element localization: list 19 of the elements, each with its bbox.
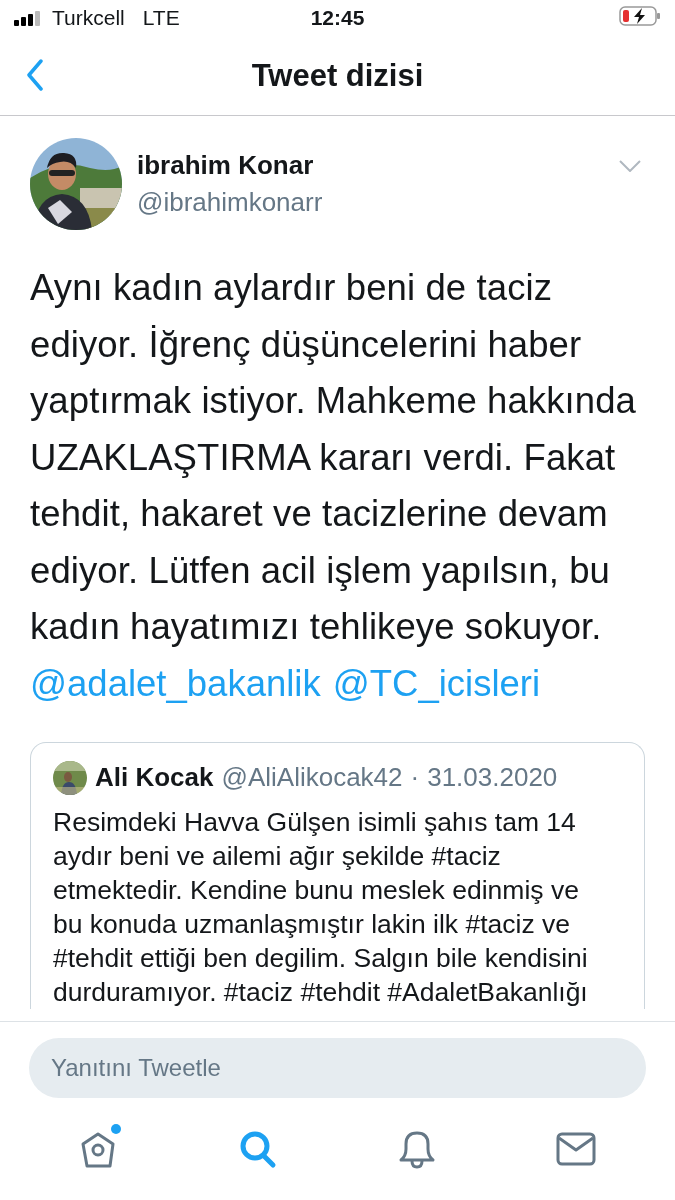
carrier-name: Turkcell	[52, 6, 125, 30]
quoted-author-name: Ali Kocak	[95, 762, 214, 793]
clock: 12:45	[310, 6, 365, 30]
quoted-tweet-text: Resimdeki Havva Gülşen isimli şahıs tam 14 aydır beni ve ailemi ağır şekilde #taciz etmektedir. Kendine bunu meslek edinmiş ve bu konuda uzmanlaşmıştır lakin ilk #taciz ve #tehdit ettiği ben degilim. Salgın bile kendisini durduramıyor. #taciz #tehdit #AdaletBakanlığı	[53, 805, 589, 1009]
reply-field[interactable]: Yanıtını Tweetle	[29, 1038, 646, 1098]
separator-dot: ·	[410, 762, 420, 793]
back-icon[interactable]	[26, 59, 44, 91]
mention-link[interactable]: @TC_icisleri	[332, 655, 541, 712]
mention-link[interactable]: @adalet_bakanlik	[30, 655, 321, 712]
quoted-date: 31.03.2020	[427, 762, 558, 793]
network-type: LTE	[142, 6, 180, 30]
author-handle: @ibrahimkonarr	[137, 187, 324, 218]
battery-icon	[619, 5, 661, 26]
author-name: ibrahim Konar	[137, 150, 315, 181]
screen-title: Tweet dizisi	[251, 57, 424, 94]
envelope-icon	[555, 1132, 596, 1166]
quoted-author-handle: @AliAlikocak42	[221, 762, 403, 793]
tweet-text: Aynı kadın aylardır beni de taciz ediyor. İğrenç düşüncelerini haber yaptırmak istiyor. Mahkeme hakkında UZAKLAŞTIRMA kararı verdi. Fakat tehdit, hakaret ve tacizlerine devam ediyor. Lütfen acil işlem yapılsın, bu kadın hayatımızı tehlikeye sokuyor.	[30, 266, 637, 649]
quoted-tweet-card[interactable]	[30, 741, 645, 1009]
